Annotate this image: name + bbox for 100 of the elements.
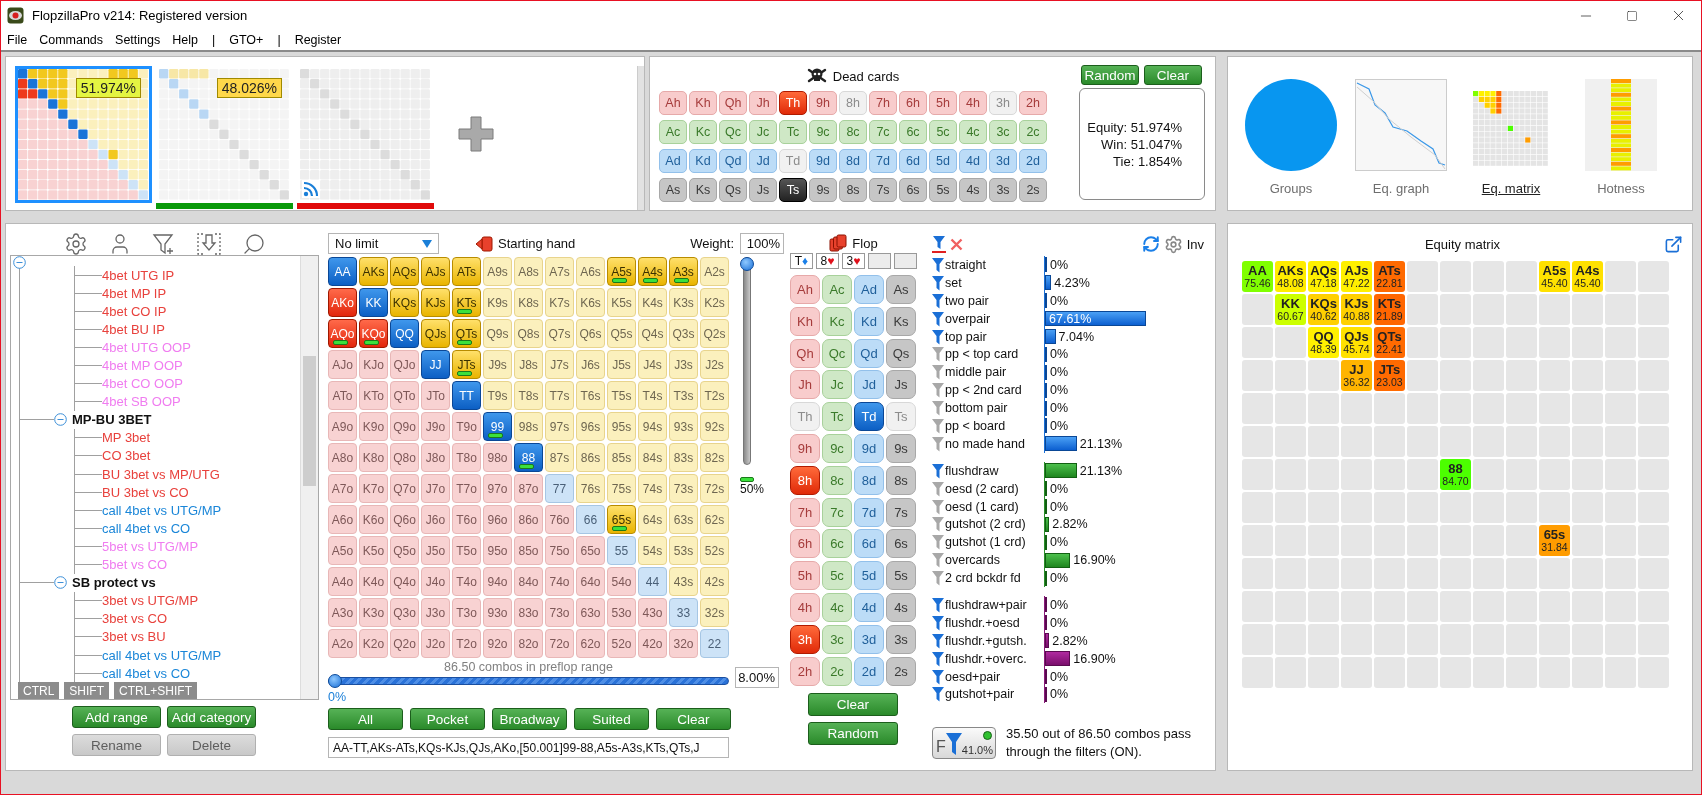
card-button[interactable]: 8c xyxy=(822,465,852,495)
hand-cell[interactable]: A2o xyxy=(328,629,357,658)
board-card[interactable]: T♦ xyxy=(790,253,813,269)
card-button[interactable]: 7d xyxy=(854,497,884,527)
filter-icon[interactable] xyxy=(932,346,944,363)
menu-item[interactable]: Settings xyxy=(109,33,167,47)
hand-cell[interactable]: JTs xyxy=(452,350,481,379)
card-button[interactable]: 4d xyxy=(854,592,884,622)
hand-cell[interactable]: 74o xyxy=(545,567,574,596)
hand-cell[interactable]: A7s xyxy=(545,257,574,286)
range-button[interactable]: Suited xyxy=(574,708,649,730)
tree-item[interactable]: 5bet vs UTG/MP xyxy=(102,538,199,554)
card-button[interactable]: 9d xyxy=(809,149,837,173)
hand-cell[interactable]: 55 xyxy=(607,536,636,565)
hand-cell[interactable]: AKs xyxy=(359,257,388,286)
hand-cell[interactable]: Q3o xyxy=(390,598,419,627)
range-thumbnail[interactable]: 48.026% xyxy=(156,66,293,203)
hand-cell[interactable]: JTo xyxy=(421,381,450,410)
card-button[interactable]: Qs xyxy=(719,178,747,202)
filter-icon[interactable] xyxy=(932,310,944,327)
card-button[interactable]: 8d xyxy=(854,465,884,495)
hand-cell[interactable]: T7o xyxy=(452,474,481,503)
hand-cell[interactable]: K9o xyxy=(359,412,388,441)
tree-item[interactable]: 4bet MP IP xyxy=(102,285,167,301)
hand-cell[interactable]: 85o xyxy=(514,536,543,565)
card-button[interactable]: Qd xyxy=(719,149,747,173)
hand-cell[interactable]: J3s xyxy=(669,350,698,379)
modifier-tab[interactable]: CTRL+SHIFT xyxy=(114,682,198,699)
card-button[interactable]: Jc xyxy=(822,370,852,400)
scrollbar[interactable] xyxy=(637,66,644,210)
hand-cell[interactable]: T6o xyxy=(452,505,481,534)
card-button[interactable]: 6c xyxy=(822,529,852,559)
card-button[interactable]: Jc xyxy=(749,120,777,144)
card-button[interactable]: 2c xyxy=(822,656,852,686)
board-slot[interactable] xyxy=(868,253,891,269)
card-button[interactable]: 6h xyxy=(790,529,820,559)
pop-out-button[interactable] xyxy=(1664,234,1683,254)
menu-item[interactable]: Commands xyxy=(33,33,110,47)
card-button[interactable]: 9h xyxy=(809,91,837,115)
card-button[interactable]: 4c xyxy=(822,592,852,622)
card-button[interactable]: 7h xyxy=(869,91,897,115)
hand-cell[interactable]: J3o xyxy=(421,598,450,627)
dead-cards-button[interactable]: Random xyxy=(1081,65,1139,85)
range-button[interactable]: Clear xyxy=(656,708,731,730)
hand-cell[interactable]: A2s xyxy=(700,257,729,286)
filter-label[interactable]: oesd+pair xyxy=(945,669,1044,684)
tree-item[interactable]: 5bet vs CO xyxy=(102,557,168,573)
hand-cell[interactable]: J4o xyxy=(421,567,450,596)
hand-cell[interactable]: AKo xyxy=(328,288,357,317)
collapse-toggle[interactable] xyxy=(54,413,67,427)
hand-cell[interactable]: QQ xyxy=(390,319,419,348)
menu-item[interactable]: File xyxy=(1,33,34,47)
hand-cell[interactable]: K6o xyxy=(359,505,388,534)
hand-cell[interactable]: A3s xyxy=(669,257,698,286)
hand-cell[interactable]: 88 xyxy=(514,443,543,472)
card-button[interactable]: 6s xyxy=(886,529,916,559)
hand-cell[interactable]: 62o xyxy=(576,629,605,658)
hand-cell[interactable]: 98s xyxy=(514,412,543,441)
card-button[interactable]: 8s xyxy=(886,465,916,495)
card-button[interactable]: 8c xyxy=(839,120,867,144)
hand-cell[interactable]: 85s xyxy=(607,443,636,472)
hand-cell[interactable]: Q7o xyxy=(390,474,419,503)
flop-button[interactable]: Random xyxy=(808,721,898,745)
collapse-toggle[interactable] xyxy=(13,256,26,269)
filter-label[interactable]: gutshot (1 crd) xyxy=(945,535,1044,550)
hand-cell[interactable]: AQo xyxy=(328,319,357,348)
card-button[interactable]: Js xyxy=(886,370,916,400)
tree-category[interactable]: SB protect vs xyxy=(72,575,156,591)
hand-cell[interactable]: J8o xyxy=(421,443,450,472)
card-button[interactable]: 6h xyxy=(899,91,927,115)
hand-cell[interactable]: Q4s xyxy=(638,319,667,348)
hand-cell[interactable]: KQo xyxy=(359,319,388,348)
card-button[interactable]: 9s xyxy=(886,434,916,463)
hand-cell[interactable]: K8s xyxy=(514,288,543,317)
hand-cell[interactable]: A6s xyxy=(576,257,605,286)
hand-cell[interactable]: KJs xyxy=(421,288,450,317)
tree-item[interactable]: 3bet vs BU xyxy=(102,629,166,645)
hand-cell[interactable]: 96s xyxy=(576,412,605,441)
card-button[interactable]: 9d xyxy=(854,434,884,463)
hand-cell[interactable]: K6s xyxy=(576,288,605,317)
card-button[interactable]: 5s xyxy=(886,561,916,591)
hand-cell[interactable]: K2s xyxy=(700,288,729,317)
card-button[interactable]: 4c xyxy=(959,120,987,144)
hand-cell[interactable]: 93s xyxy=(669,412,698,441)
card-button[interactable]: Qh xyxy=(719,91,747,115)
hand-cell[interactable]: JJ xyxy=(421,350,450,379)
card-button[interactable]: Kc xyxy=(822,306,852,336)
card-button[interactable]: 3h xyxy=(790,624,820,654)
hand-cell[interactable]: T9s xyxy=(483,381,512,410)
hand-cell[interactable]: 42s xyxy=(700,567,729,596)
hand-cell[interactable]: 76s xyxy=(576,474,605,503)
hand-cell[interactable]: 94o xyxy=(483,567,512,596)
card-button[interactable]: 2d xyxy=(1019,149,1047,173)
maximize-icon[interactable] xyxy=(1626,9,1638,22)
filter-icon[interactable] xyxy=(932,480,944,497)
hand-cell[interactable]: 53o xyxy=(607,598,636,627)
card-button[interactable]: 8s xyxy=(839,178,867,202)
filter-label[interactable]: flushdraw+pair xyxy=(945,597,1044,612)
hand-cell[interactable]: 95s xyxy=(607,412,636,441)
hand-cell[interactable]: 84o xyxy=(514,567,543,596)
